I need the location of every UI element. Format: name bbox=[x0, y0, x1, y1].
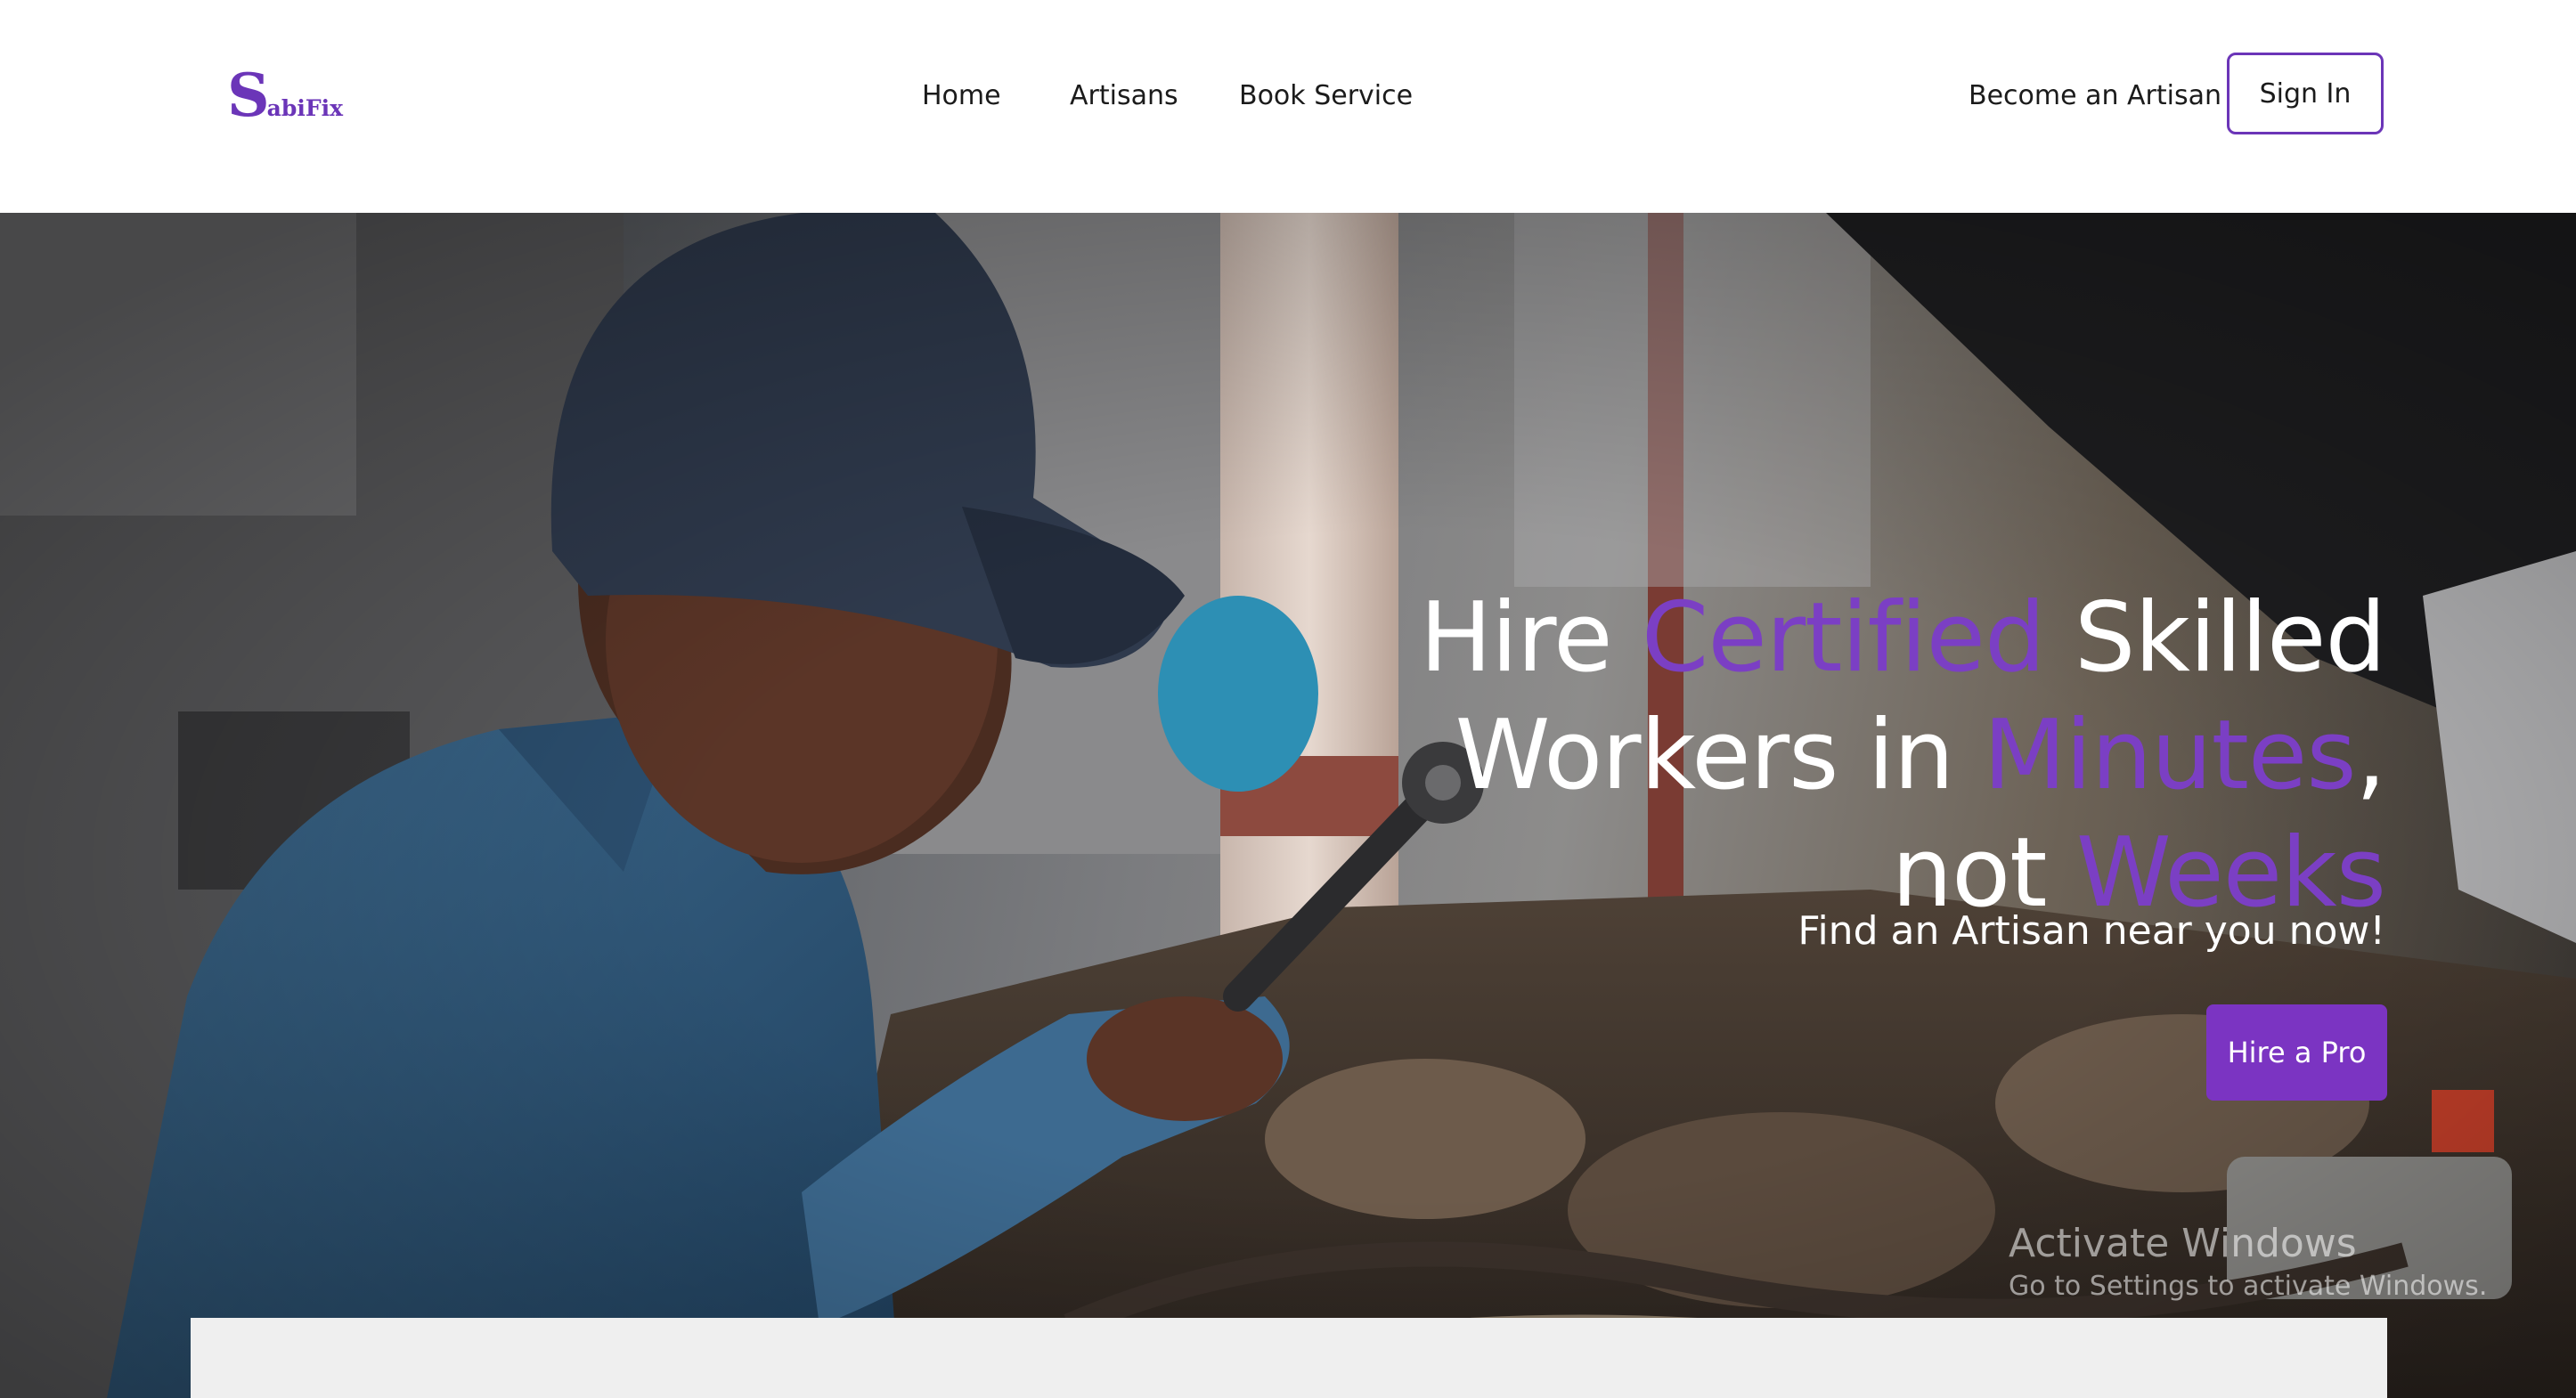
hero-subtitle: Find an Artisan near you now! bbox=[1797, 908, 2385, 954]
watermark-subtitle: Go to Settings to activate Windows. bbox=[2009, 1271, 2488, 1302]
nav-book-service-link[interactable]: Book Service bbox=[1239, 80, 1413, 111]
nav-artisans-link[interactable]: Artisans bbox=[1070, 80, 1178, 111]
sign-in-button[interactable]: Sign In bbox=[2227, 53, 2384, 134]
hire-a-pro-button[interactable]: Hire a Pro bbox=[2206, 1004, 2387, 1101]
site-header: S abiFix Home Artisans Book Service Beco… bbox=[0, 0, 2576, 213]
headline-accent-certified: Certified bbox=[1641, 582, 2046, 695]
activate-windows-watermark: Activate Windows Go to Settings to activ… bbox=[2009, 1219, 2487, 1305]
sabifix-logo[interactable]: S abiFix bbox=[227, 61, 343, 130]
headline-text-1: Hire bbox=[1419, 582, 1642, 695]
content-panel bbox=[191, 1318, 2387, 1398]
logo-wordmark: abiFix bbox=[266, 95, 343, 121]
hero-section: Hire Certified Skilled Workers in Minute… bbox=[0, 213, 2576, 1398]
hero-headline: Hire Certified Skilled Workers in Minute… bbox=[1281, 580, 2386, 932]
watermark-title: Activate Windows bbox=[2009, 1221, 2357, 1266]
logo-initial: S bbox=[227, 61, 270, 130]
nav-home-link[interactable]: Home bbox=[922, 80, 1001, 111]
become-artisan-link[interactable]: Become an Artisan bbox=[1969, 77, 2221, 114]
headline-accent-minutes: Minutes bbox=[1983, 700, 2357, 812]
